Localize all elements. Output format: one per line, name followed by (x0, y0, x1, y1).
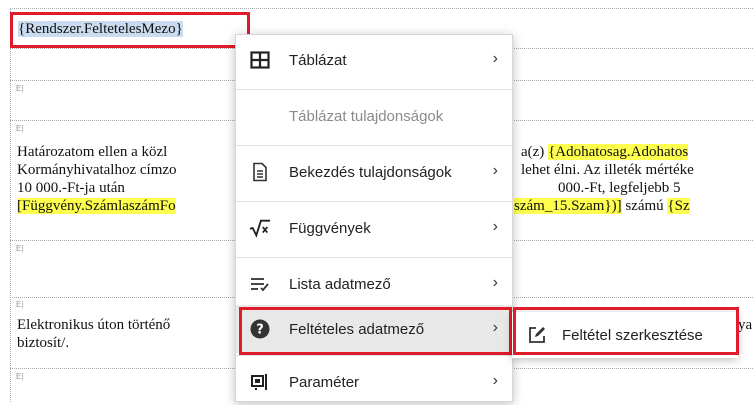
menu-item-label: Bekezdés tulajdonságok (289, 163, 452, 181)
highlighted-field: {Sz (667, 198, 690, 214)
menu-item-paragraph-properties[interactable]: Bekezdés tulajdonságok › (236, 149, 512, 195)
menu-separator (236, 355, 512, 356)
chevron-right-icon: › (492, 274, 498, 291)
chevron-right-icon: › (492, 50, 498, 67)
paragraph-mark: E| (16, 300, 24, 309)
callout-box-conditional-field (239, 307, 512, 355)
paragraph-text: 000.-Ft, legfeljebb 5 (558, 180, 681, 196)
paragraph-boundary (10, 8, 753, 9)
paragraph-mark: E| (16, 244, 24, 253)
menu-item-label: Függvények (289, 219, 371, 237)
menu-separator (236, 257, 512, 258)
highlighted-field: [Függvény.SzámlaszámFo (17, 198, 176, 214)
menu-item-label: Táblázat tulajdonságok (289, 107, 444, 125)
menu-item-functions[interactable]: Függvények › (236, 205, 512, 251)
paragraph-text: 10 000.-Ft-ja után (17, 180, 125, 196)
parameter-icon (249, 371, 271, 393)
menu-separator (236, 201, 512, 202)
list-field-icon (249, 273, 271, 295)
function-sqrt-icon (249, 217, 271, 239)
chevron-right-icon: › (492, 162, 498, 179)
paragraph-mark: E| (16, 84, 24, 93)
paragraph-text: Elektronikus úton történő (17, 317, 171, 333)
highlighted-field: {Adohatosag.Adohatos (548, 144, 689, 160)
menu-separator (236, 145, 512, 146)
paragraph-text: Határozatom ellen a közl (17, 144, 168, 160)
paragraph-text: lehet élni. Az illeték mértéke (521, 162, 694, 178)
table-icon (249, 49, 271, 71)
menu-item-table-properties: Táblázat tulajdonságok (236, 93, 512, 139)
chevron-right-icon: › (492, 218, 498, 235)
paragraph-text: biztosít/. (17, 335, 70, 351)
paragraph-text: [Függvény.SzámlaszámFo (17, 197, 176, 215)
paragraph-mark: E| (16, 124, 24, 133)
paragraph-text: Kormányhivatalhoz címzo (17, 162, 177, 178)
menu-item-list-field[interactable]: Lista adatmező › (236, 261, 512, 307)
menu-item-label: Táblázat (289, 51, 347, 69)
callout-box-field (10, 12, 250, 48)
paragraph-properties-icon (249, 161, 271, 183)
menu-item-label: Paraméter (289, 373, 360, 391)
menu-item-parameter[interactable]: Paraméter › (236, 359, 512, 405)
highlighted-field: szám_15.Szam})] (514, 198, 622, 214)
callout-box-edit-condition (513, 307, 739, 355)
menu-separator (236, 89, 512, 90)
paragraph-text: a(z) {Adohatosag.Adohatos (521, 144, 689, 160)
page-margin-line (10, 8, 11, 402)
paragraph-text: ya (738, 317, 753, 333)
menu-item-table[interactable]: Táblázat › (236, 37, 512, 83)
menu-item-label: Lista adatmező (289, 275, 391, 293)
paragraph-text: szám_15.Szam})] számú {Sz (514, 198, 690, 214)
paragraph-mark: E| (16, 372, 24, 381)
chevron-right-icon: › (492, 372, 498, 389)
